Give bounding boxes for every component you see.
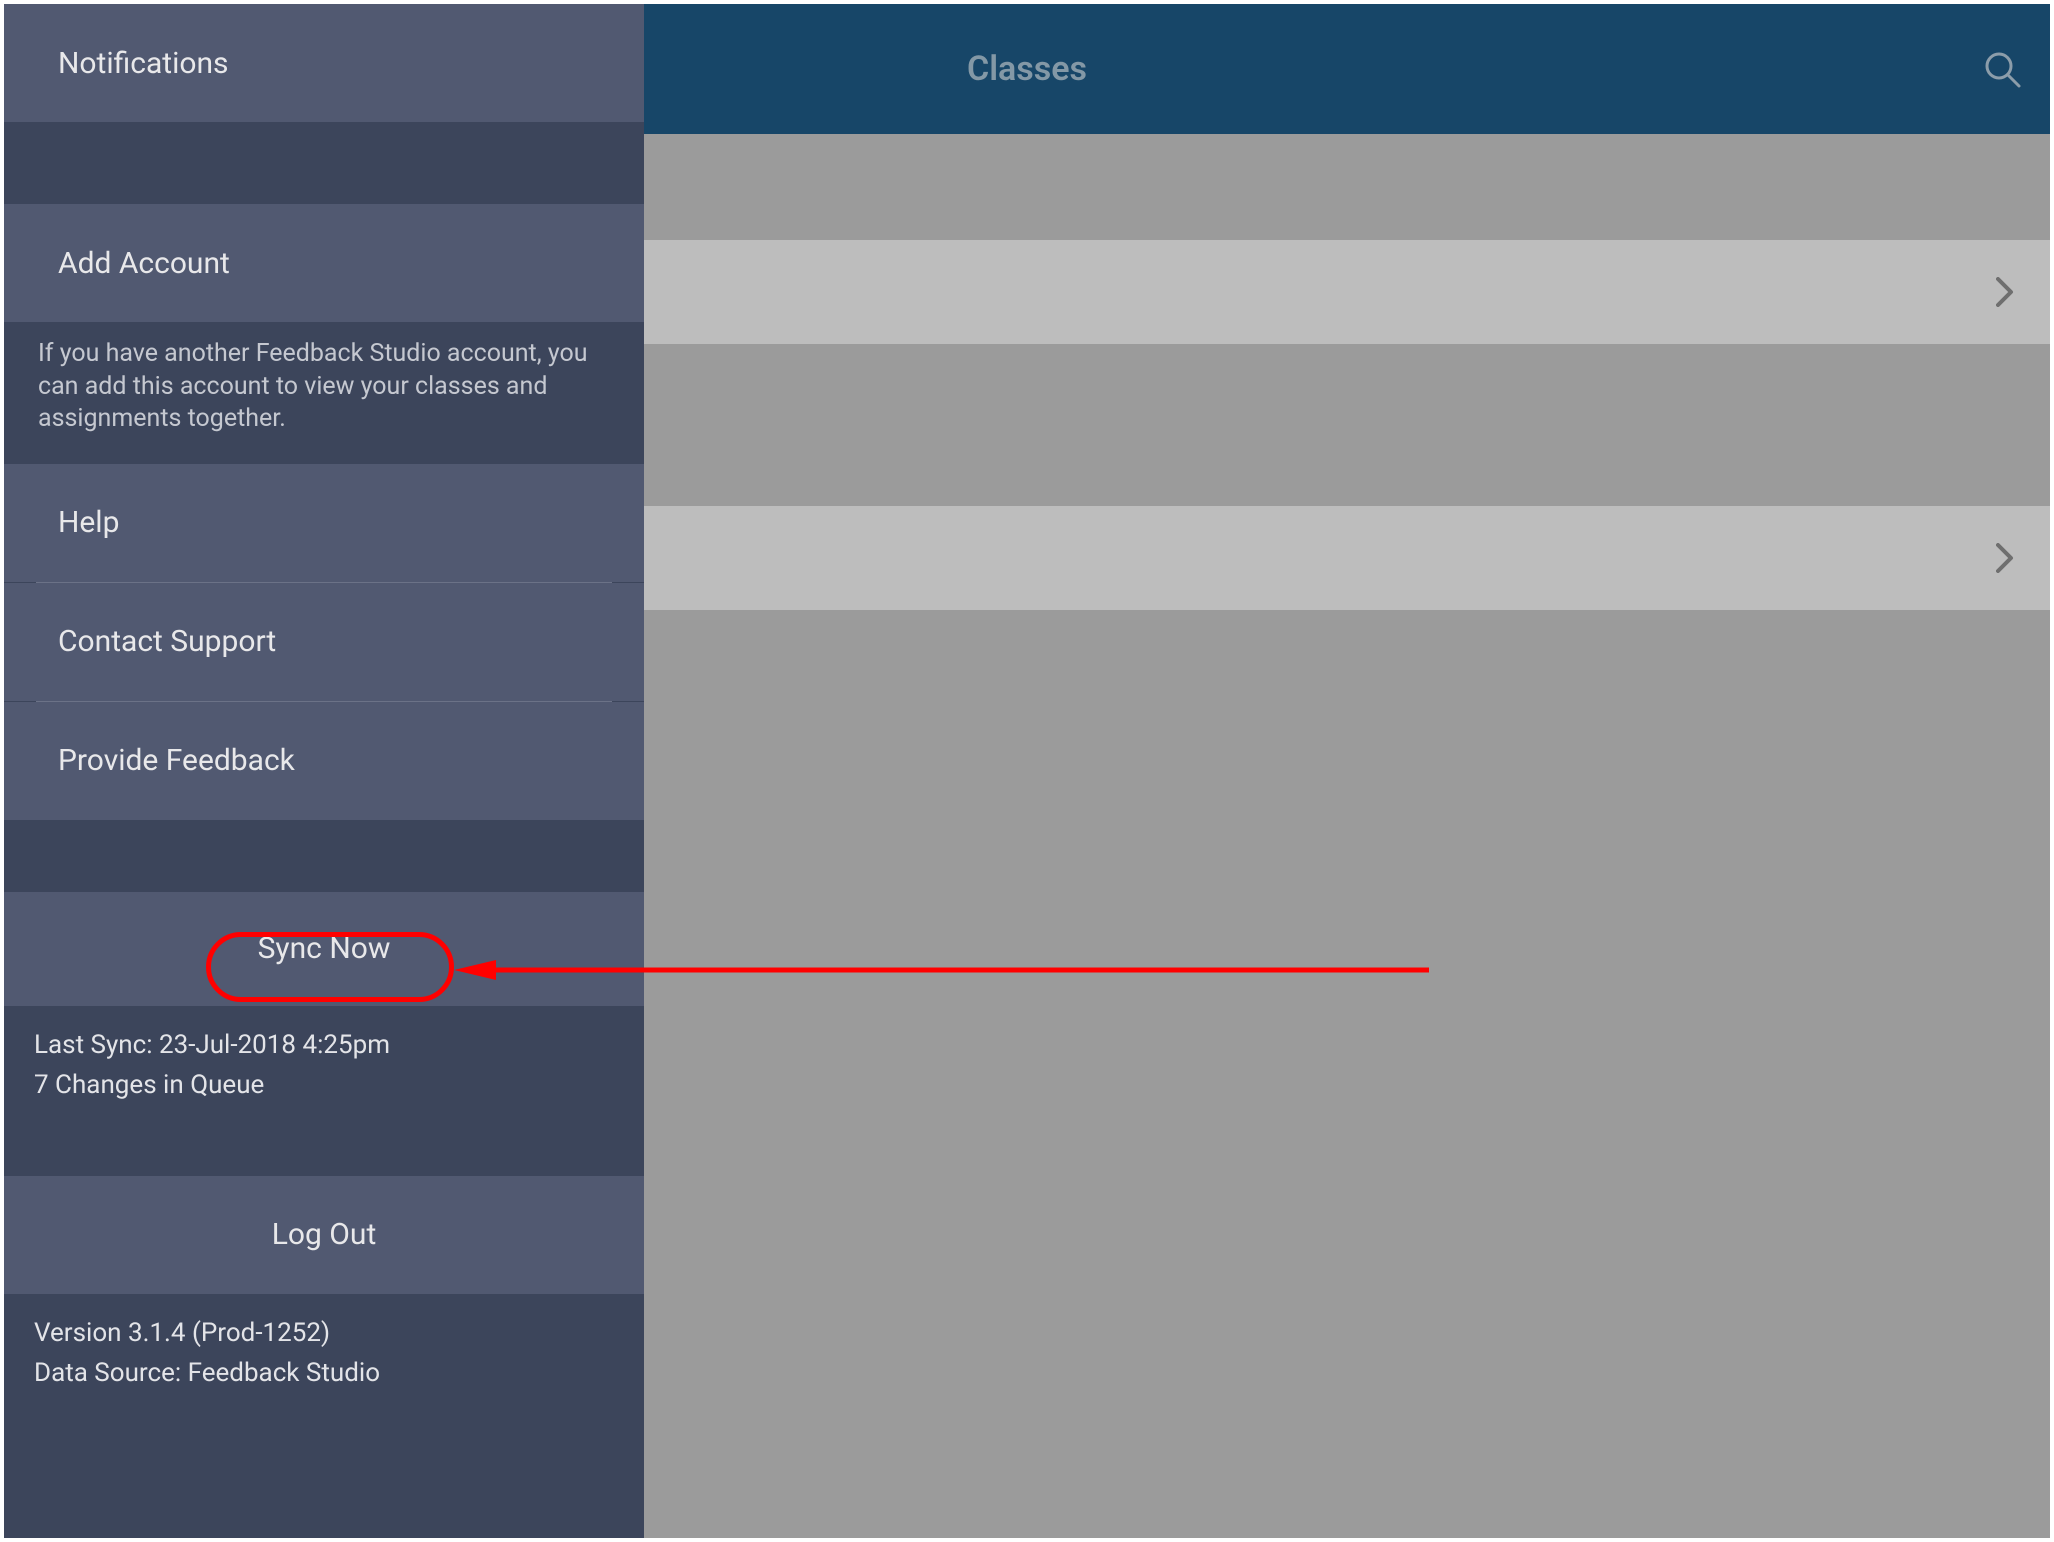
logout-label: Log Out [272, 1217, 377, 1252]
chevron-right-icon [1996, 543, 2014, 573]
description-text: If you have another Feedback Studio acco… [38, 338, 610, 436]
sidebar-gap [4, 820, 644, 892]
app-frame: Classes .AU _14531_1 2018 _120033_1 [4, 4, 2050, 1538]
sidebar-gap [4, 122, 644, 204]
sidebar-item-notifications[interactable]: Notifications [4, 4, 644, 122]
chevron-right-icon [1996, 277, 2014, 307]
sidebar-item-label: Add Account [58, 246, 230, 281]
last-sync-text: Last Sync: 23-Jul-2018 4:25pm [34, 1030, 614, 1060]
sidebar-item-label: Contact Support [58, 624, 276, 659]
sync-now-label: Sync Now [258, 931, 391, 966]
sidebar-item-provide-feedback[interactable]: Provide Feedback [4, 702, 644, 820]
sidebar-item-label: Provide Feedback [58, 743, 295, 778]
sidebar-item-help[interactable]: Help [4, 464, 644, 582]
logout-button[interactable]: Log Out [4, 1176, 644, 1294]
sidebar-item-label: Notifications [58, 46, 229, 81]
data-source-text: Data Source: Feedback Studio [34, 1358, 614, 1388]
sidebar-item-label: Help [58, 505, 119, 540]
page-title: Classes [967, 49, 1087, 89]
sidebar-gap [4, 1134, 644, 1176]
search-icon[interactable] [1982, 49, 2022, 89]
sidebar-item-contact-support[interactable]: Contact Support [4, 583, 644, 701]
sidebar-item-add-account[interactable]: Add Account [4, 204, 644, 322]
queue-text: 7 Changes in Queue [34, 1070, 614, 1100]
sync-info: Last Sync: 23-Jul-2018 4:25pm 7 Changes … [4, 1006, 644, 1134]
add-account-description: If you have another Feedback Studio acco… [4, 322, 644, 464]
version-info: Version 3.1.4 (Prod-1252) Data Source: F… [4, 1294, 644, 1422]
sync-now-button[interactable]: Sync Now [4, 892, 644, 1006]
version-text: Version 3.1.4 (Prod-1252) [34, 1318, 614, 1348]
sidebar-panel: Notifications Add Account If you have an… [4, 4, 644, 1538]
